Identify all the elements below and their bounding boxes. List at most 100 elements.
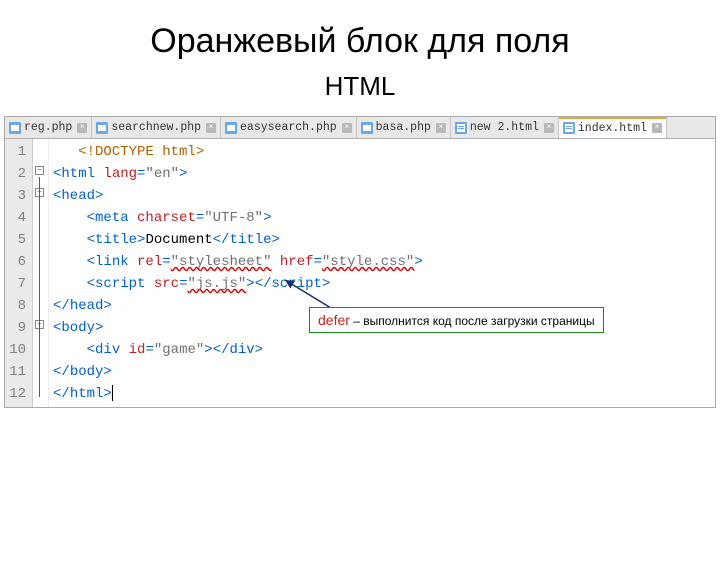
line-number: 2	[9, 163, 26, 185]
tab-label: reg.php	[24, 121, 72, 134]
code-token: </	[53, 386, 70, 402]
tab-label: basa.php	[376, 121, 431, 134]
code-token: <	[87, 276, 95, 292]
html-file-icon	[563, 122, 575, 134]
code-token: title	[229, 232, 271, 248]
code-token: "js.js"	[187, 276, 246, 292]
code-token: >	[246, 276, 254, 292]
line-number: 8	[9, 295, 26, 317]
html-file-icon	[455, 122, 467, 134]
slide-subtitle: HTML	[0, 71, 720, 102]
annotation-callout: defer – выполнится код после загрузки ст…	[309, 307, 604, 333]
code-token: "style.css"	[322, 254, 414, 270]
line-number: 1	[9, 141, 26, 163]
code-token: >	[322, 276, 330, 292]
code-area: 123456789101112 − − − <!DOCTYPE html> <h…	[5, 139, 715, 407]
code-token: head	[70, 298, 104, 314]
code-token: lang	[103, 166, 137, 182]
line-number: 6	[9, 251, 26, 273]
code-token: <	[87, 210, 95, 226]
code-token: =	[314, 254, 322, 270]
code-token: </	[213, 342, 230, 358]
code-token	[120, 342, 128, 358]
php-file-icon	[96, 122, 108, 134]
code-token: >	[414, 254, 422, 270]
slide-title: Оранжевый блок для поля	[0, 22, 720, 61]
code-token	[129, 210, 137, 226]
line-number: 3	[9, 185, 26, 207]
fold-toggle-icon[interactable]: −	[35, 166, 44, 175]
tab-label: easysearch.php	[240, 121, 337, 134]
code-token: >	[263, 210, 271, 226]
code-token: "UTF-8"	[204, 210, 263, 226]
code-token: >	[179, 166, 187, 182]
editor-tab[interactable]: basa.php ×	[357, 117, 451, 138]
code-token: head	[61, 188, 95, 204]
code-token: </	[53, 364, 70, 380]
line-number-gutter: 123456789101112	[5, 139, 33, 407]
code-token: </	[255, 276, 272, 292]
line-number: 9	[9, 317, 26, 339]
line-number: 4	[9, 207, 26, 229]
code-token: <!DOCTYPE html>	[78, 144, 204, 160]
code-token: >	[95, 188, 103, 204]
code-token: <	[87, 254, 95, 270]
code-token: href	[280, 254, 314, 270]
fold-column: − − −	[33, 139, 49, 407]
code-token: "game"	[154, 342, 204, 358]
code-token: charset	[137, 210, 196, 226]
editor-tab[interactable]: easysearch.php ×	[221, 117, 357, 138]
code-token: =	[162, 254, 170, 270]
code-token: <	[87, 342, 95, 358]
editor-tab[interactable]: reg.php ×	[5, 117, 92, 138]
code-token: div	[230, 342, 255, 358]
code-token	[271, 254, 279, 270]
callout-sep: –	[350, 314, 363, 328]
php-file-icon	[9, 122, 21, 134]
code-token: meta	[95, 210, 129, 226]
close-icon[interactable]: ×	[436, 123, 446, 133]
line-number: 7	[9, 273, 26, 295]
editor-tab[interactable]: index.html×	[559, 117, 667, 138]
code-token: link	[95, 254, 129, 270]
tab-bar: reg.php×searchnew.php×easysearch.php×bas…	[5, 117, 715, 139]
code-token: "en"	[145, 166, 179, 182]
code-token: script	[272, 276, 322, 292]
code-token: html	[70, 386, 104, 402]
php-file-icon	[361, 122, 373, 134]
close-icon[interactable]: ×	[77, 123, 87, 133]
editor-tab[interactable]: new 2.html×	[451, 117, 559, 138]
code-token	[129, 254, 137, 270]
code-token: rel	[137, 254, 162, 270]
close-icon[interactable]: ×	[652, 123, 662, 133]
code-token: body	[70, 364, 104, 380]
close-icon[interactable]: ×	[544, 123, 554, 133]
code-token: =	[196, 210, 204, 226]
php-file-icon	[225, 122, 237, 134]
code-token: </	[53, 298, 70, 314]
code-text[interactable]: <!DOCTYPE html> <html lang="en"> <head> …	[49, 139, 715, 407]
code-token	[145, 276, 153, 292]
code-token: body	[61, 320, 95, 336]
editor-tab[interactable]: searchnew.php ×	[92, 117, 221, 138]
code-token: >	[103, 298, 111, 314]
code-token: >	[103, 386, 111, 402]
code-token: >	[204, 342, 212, 358]
line-number: 11	[9, 361, 26, 383]
callout-keyword: defer	[318, 312, 350, 328]
code-token: >	[255, 342, 263, 358]
callout-text: выполнится код после загрузки страницы	[363, 314, 594, 328]
code-token: >	[271, 232, 279, 248]
code-token: >	[95, 320, 103, 336]
code-token: title	[95, 232, 137, 248]
code-token: id	[129, 342, 146, 358]
fold-guide-line	[39, 177, 40, 397]
code-token: <	[87, 232, 95, 248]
line-number: 12	[9, 383, 26, 405]
close-icon[interactable]: ×	[342, 123, 352, 133]
code-editor: reg.php×searchnew.php×easysearch.php×bas…	[4, 116, 716, 408]
text-caret	[112, 385, 113, 401]
code-token: =	[145, 342, 153, 358]
close-icon[interactable]: ×	[206, 123, 216, 133]
tab-label: searchnew.php	[111, 121, 201, 134]
